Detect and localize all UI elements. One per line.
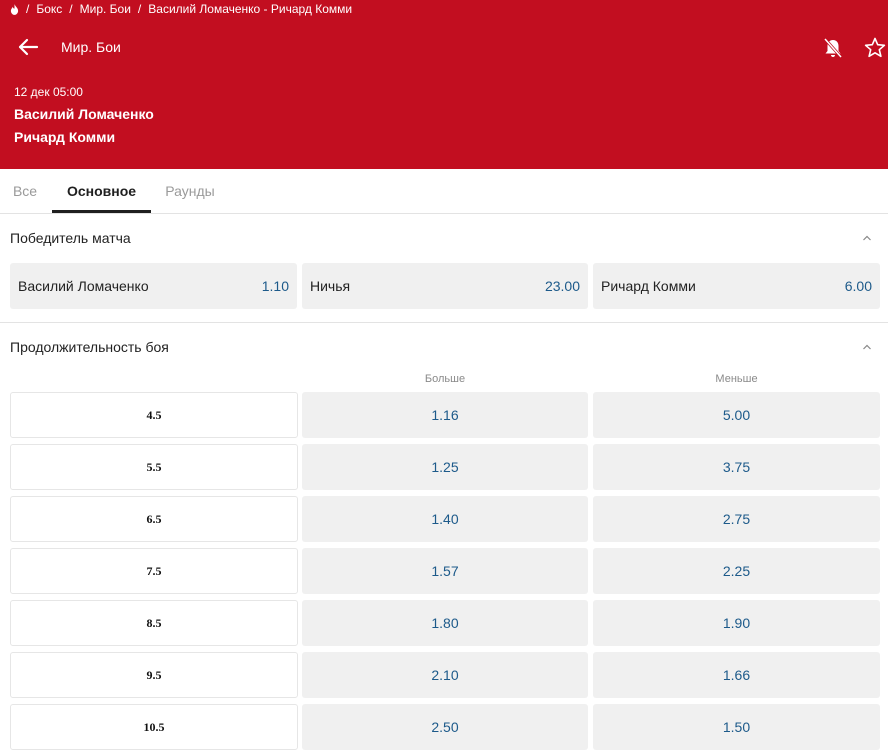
under-odds[interactable]: 1.66 — [593, 652, 880, 698]
tab-all[interactable]: Все — [0, 169, 50, 213]
tab-main[interactable]: Основное — [52, 169, 151, 213]
total-row: 7.5 1.57 2.25 — [0, 548, 888, 594]
outcome-odds: 23.00 — [544, 278, 580, 294]
under-odds[interactable]: 1.90 — [593, 600, 880, 646]
over-odds[interactable]: 1.80 — [302, 600, 588, 646]
chevron-up-icon — [863, 344, 871, 350]
column-header-over: Больше — [424, 373, 466, 385]
under-odds[interactable]: 1.50 — [593, 704, 880, 750]
line-value: 10.5 — [10, 704, 298, 750]
active-tab-indicator — [52, 210, 151, 213]
outcome-away[interactable]: Ричард Комми 6.00 — [593, 263, 880, 309]
line-value: 4.5 — [10, 392, 298, 438]
breadcrumb-separator: / — [137, 2, 142, 16]
outcome-label: Василий Ломаченко — [18, 278, 149, 294]
line-value: 6.5 — [10, 496, 298, 542]
event-date: 12 дек 05:00 — [14, 85, 83, 99]
market-header-duration[interactable]: Продолжительность боя — [0, 323, 888, 371]
bell-off-icon[interactable] — [822, 37, 844, 59]
outcome-label: Ричард Комми — [601, 278, 696, 294]
market-tabs: Все Основное Раунды — [0, 169, 888, 214]
market-title: Победитель матча — [10, 230, 131, 246]
under-odds[interactable]: 2.75 — [593, 496, 880, 542]
line-value: 8.5 — [10, 600, 298, 646]
outcome-label: Ничья — [310, 278, 351, 294]
total-row: 10.5 2.50 1.50 — [0, 704, 888, 750]
under-odds[interactable]: 2.25 — [593, 548, 880, 594]
total-row: 8.5 1.80 1.90 — [0, 600, 888, 646]
fire-icon[interactable] — [10, 3, 19, 15]
outcome-draw[interactable]: Ничья 23.00 — [302, 263, 588, 309]
outcome-home[interactable]: Василий Ломаченко 1.10 — [10, 263, 297, 309]
total-row: 5.5 1.25 3.75 — [0, 444, 888, 490]
market-title: Продолжительность боя — [10, 339, 169, 355]
line-value: 7.5 — [10, 548, 298, 594]
under-odds[interactable]: 3.75 — [593, 444, 880, 490]
over-odds[interactable]: 2.50 — [302, 704, 588, 750]
breadcrumb-separator: / — [26, 2, 30, 16]
page-title: Мир. Бои — [61, 39, 121, 55]
breadcrumb-item-event: Василий Ломаченко - Ричард Комми — [148, 2, 353, 16]
line-value: 9.5 — [10, 652, 298, 698]
outcome-odds: 6.00 — [844, 278, 872, 294]
over-odds[interactable]: 1.16 — [302, 392, 588, 438]
column-header-under: Меньше — [715, 373, 758, 385]
star-icon[interactable] — [863, 36, 887, 60]
arrow-left-icon[interactable] — [17, 36, 39, 58]
tab-rounds[interactable]: Раунды — [152, 169, 228, 213]
over-odds[interactable]: 1.25 — [302, 444, 588, 490]
total-row: 6.5 1.40 2.75 — [0, 496, 888, 542]
over-odds[interactable]: 1.40 — [302, 496, 588, 542]
breadcrumb-separator: / — [69, 2, 73, 16]
total-row: 9.5 2.10 1.66 — [0, 652, 888, 698]
outcome-odds: 1.10 — [261, 278, 289, 294]
breadcrumb-item-boxing[interactable]: Бокс — [36, 2, 62, 16]
over-odds[interactable]: 2.10 — [302, 652, 588, 698]
breadcrumb-item-league[interactable]: Мир. Бои — [80, 2, 131, 16]
team-home: Василий Ломаченко — [14, 106, 154, 122]
line-value: 5.5 — [10, 444, 298, 490]
team-away: Ричард Комми — [14, 129, 116, 145]
under-odds[interactable]: 5.00 — [593, 392, 880, 438]
market-header-winner[interactable]: Победитель матча — [0, 214, 888, 262]
total-row: 4.5 1.16 5.00 — [0, 392, 888, 438]
over-odds[interactable]: 1.57 — [302, 548, 588, 594]
breadcrumb: / Бокс / Мир. Бои / Василий Ломаченко - … — [10, 2, 352, 16]
chevron-up-icon — [863, 235, 871, 241]
event-header: / Бокс / Мир. Бои / Василий Ломаченко - … — [0, 0, 888, 169]
